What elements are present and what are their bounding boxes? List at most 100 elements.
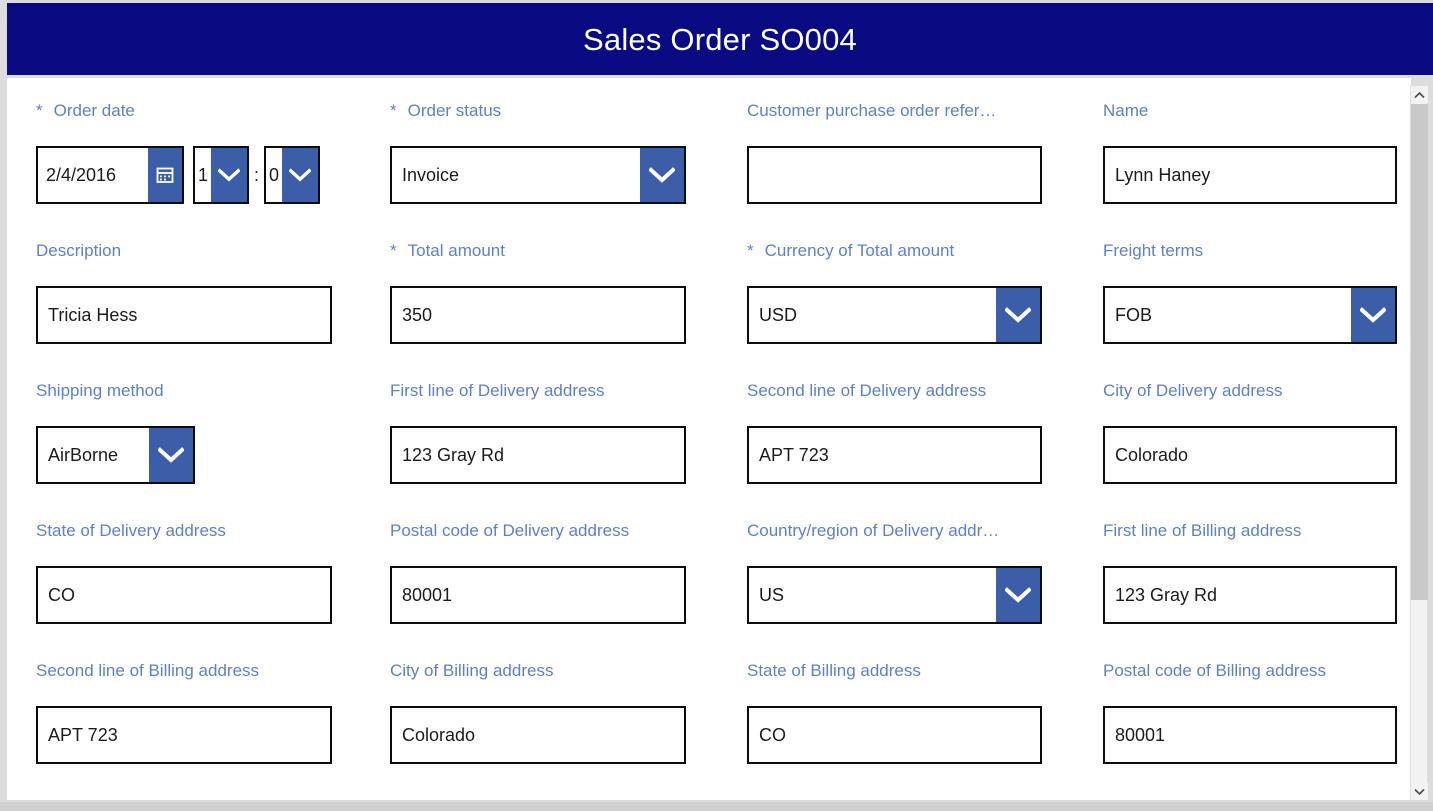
country-region-of-delivery-address-dropdown-button[interactable]	[996, 568, 1040, 622]
control-currency-of-total-amount: USD	[747, 286, 1042, 344]
window-header: Sales Order SO004	[7, 3, 1433, 75]
chevron-down-icon	[1005, 307, 1031, 323]
label-text: City of Delivery address	[1103, 380, 1283, 400]
control-customer-purchase-order-reference	[747, 146, 1042, 204]
state-of-delivery-address-value: CO	[48, 584, 75, 605]
field-shipping-method: Shipping method AirBorne	[36, 380, 195, 484]
field-name: Name Lynn Haney	[1103, 100, 1397, 204]
label-freight-terms: Freight terms	[1103, 240, 1397, 260]
form-row: * Order date 2/4/2016 1:0 * Order status Invoi…	[7, 100, 1411, 240]
state-of-billing-address-value: CO	[759, 724, 786, 745]
field-second-line-of-delivery-address: Second line of Delivery address APT 723	[747, 380, 1042, 484]
scroll-up-arrow-icon[interactable]	[1411, 86, 1428, 103]
control-state-of-delivery-address: CO	[36, 566, 332, 624]
shipping-method-dropdown[interactable]: AirBorne	[36, 426, 195, 484]
date-picker-button[interactable]	[148, 148, 182, 202]
field-freight-terms: Freight terms FOB	[1103, 240, 1397, 344]
total-amount-input[interactable]: 350	[390, 286, 686, 344]
shipping-method-dropdown-button[interactable]	[149, 428, 193, 482]
scrollbar-thumb[interactable]	[1411, 104, 1428, 600]
form-surface: * Order date 2/4/2016 1:0 * Order status Invoi…	[7, 78, 1411, 800]
control-name: Lynn Haney	[1103, 146, 1397, 204]
scroll-down-arrow-icon[interactable]	[1411, 783, 1428, 800]
label-state-of-billing-address: State of Billing address	[747, 660, 1042, 680]
label-text: Shipping method	[36, 380, 164, 400]
state-of-delivery-address-input[interactable]: CO	[36, 566, 332, 624]
control-freight-terms: FOB	[1103, 286, 1397, 344]
chevron-down-icon	[158, 447, 184, 463]
freight-terms-dropdown-button[interactable]	[1351, 288, 1395, 342]
city-of-delivery-address-input[interactable]: Colorado	[1103, 426, 1397, 484]
chevron-down-icon	[1360, 307, 1386, 323]
field-country-region-of-delivery-address: Country/region of Delivery addr… US	[747, 520, 1042, 624]
field-first-line-of-delivery-address: First line of Delivery address 123 Gray R…	[390, 380, 686, 484]
label-text: Postal code of Delivery address	[390, 520, 630, 540]
order-time-hour-dropdown[interactable]: 1	[193, 146, 249, 204]
label-city-of-billing-address: City of Billing address	[390, 660, 686, 680]
required-marker: *	[390, 100, 397, 120]
label-text: Second line of Delivery address	[747, 380, 987, 400]
order-time-hour-dropdown-button[interactable]	[211, 148, 247, 202]
postal-code-of-delivery-address-input[interactable]: 80001	[390, 566, 686, 624]
label-text: City of Billing address	[390, 660, 554, 680]
first-line-of-billing-address-input[interactable]: 123 Gray Rd	[1103, 566, 1397, 624]
label-shipping-method: Shipping method	[36, 380, 195, 400]
currency-of-total-amount-selected-value: USD	[759, 304, 798, 325]
label-order-status: * Order status	[390, 100, 686, 120]
required-marker: *	[36, 100, 43, 120]
control-country-region-of-delivery-address: US	[747, 566, 1042, 624]
label-text: Currency of Total amount	[764, 240, 955, 260]
postal-code-of-billing-address-input[interactable]: 80001	[1103, 706, 1397, 764]
form-row: Shipping method AirBorne First line of Del…	[7, 380, 1411, 520]
label-second-line-of-billing-address: Second line of Billing address	[36, 660, 332, 680]
total-amount-value: 350	[402, 304, 433, 325]
label-text: Order status	[407, 100, 502, 120]
control-city-of-delivery-address: Colorado	[1103, 426, 1397, 484]
calendar-icon	[156, 167, 174, 183]
control-city-of-billing-address: Colorado	[390, 706, 686, 764]
state-of-billing-address-input[interactable]: CO	[747, 706, 1042, 764]
currency-of-total-amount-dropdown-button[interactable]	[996, 288, 1040, 342]
field-total-amount: * Total amount 350	[390, 240, 686, 344]
first-line-of-delivery-address-input[interactable]: 123 Gray Rd	[390, 426, 686, 484]
field-city-of-billing-address: City of Billing address Colorado	[390, 660, 686, 764]
field-postal-code-of-billing-address: Postal code of Billing address 80001	[1103, 660, 1397, 764]
label-text: Description	[36, 240, 122, 260]
label-state-of-delivery-address: State of Delivery address	[36, 520, 332, 540]
city-of-billing-address-input[interactable]: Colorado	[390, 706, 686, 764]
description-input[interactable]: Tricia Hess	[36, 286, 332, 344]
order-time-minute-dropdown[interactable]: 0	[264, 146, 320, 204]
second-line-of-billing-address-input[interactable]: APT 723	[36, 706, 332, 764]
freight-terms-dropdown[interactable]: FOB	[1103, 286, 1397, 344]
vertical-scrollbar[interactable]	[1410, 86, 1428, 800]
order-date-input[interactable]: 2/4/2016	[36, 146, 184, 204]
control-second-line-of-billing-address: APT 723	[36, 706, 332, 764]
order-time-hour-value: 1	[197, 164, 208, 185]
customer-purchase-order-reference-input[interactable]	[747, 146, 1042, 204]
order-status-dropdown-button[interactable]	[640, 148, 684, 202]
second-line-of-delivery-address-input[interactable]: APT 723	[747, 426, 1042, 484]
label-order-date: * Order date	[36, 100, 320, 120]
form-grid: * Order date 2/4/2016 1:0 * Order status Invoi…	[7, 78, 1411, 800]
country-region-of-delivery-address-dropdown[interactable]: US	[747, 566, 1042, 624]
label-text: Name	[1103, 100, 1149, 120]
label-first-line-of-billing-address: First line of Billing address	[1103, 520, 1397, 540]
name-input[interactable]: Lynn Haney	[1103, 146, 1397, 204]
currency-of-total-amount-dropdown[interactable]: USD	[747, 286, 1042, 344]
label-city-of-delivery-address: City of Delivery address	[1103, 380, 1397, 400]
control-description: Tricia Hess	[36, 286, 332, 344]
field-currency-of-total-amount: * Currency of Total amount USD	[747, 240, 1042, 344]
field-first-line-of-billing-address: First line of Billing address 123 Gray Rd	[1103, 520, 1397, 624]
field-city-of-delivery-address: City of Delivery address Colorado	[1103, 380, 1397, 484]
control-first-line-of-billing-address: 123 Gray Rd	[1103, 566, 1397, 624]
label-text: State of Delivery address	[36, 520, 226, 540]
order-status-dropdown[interactable]: Invoice	[390, 146, 686, 204]
order-time-minute-dropdown-button[interactable]	[282, 148, 318, 202]
label-text: Customer purchase order refer…	[747, 100, 997, 120]
postal-code-of-billing-address-value: 80001	[1115, 724, 1166, 745]
label-text: First line of Billing address	[1103, 520, 1302, 540]
chevron-down-icon	[1005, 587, 1031, 603]
control-first-line-of-delivery-address: 123 Gray Rd	[390, 426, 686, 484]
label-second-line-of-delivery-address: Second line of Delivery address	[747, 380, 1042, 400]
field-customer-purchase-order-reference: Customer purchase order refer…	[747, 100, 1042, 204]
